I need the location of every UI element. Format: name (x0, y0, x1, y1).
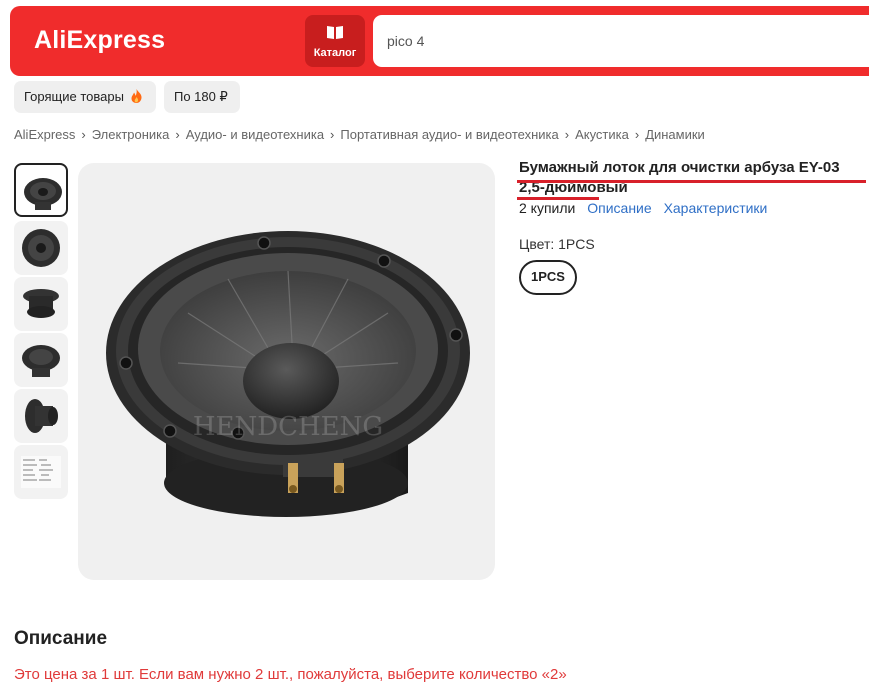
breadcrumb-item[interactable]: Аудио- и видеотехника (186, 127, 324, 142)
catalog-button[interactable]: Каталог (305, 15, 365, 67)
catalog-label: Каталог (313, 47, 357, 59)
hot-deals-chip[interactable]: Горящие товары (14, 81, 156, 113)
product-meta: 2 купили Описание Характеристики (519, 200, 775, 216)
chevron-right-icon: › (81, 127, 86, 142)
thumbnail-4[interactable] (14, 333, 68, 387)
title-underline-annotation (517, 180, 866, 183)
specifications-link[interactable]: Характеристики (664, 200, 768, 216)
thumbnail-5[interactable] (14, 389, 68, 443)
description-link[interactable]: Описание (587, 200, 651, 216)
aliexpress-logo[interactable]: AliExpress (34, 26, 165, 55)
description-heading: Описание (14, 628, 108, 649)
hot-deals-label: Горящие товары (24, 89, 124, 104)
speaker-thumbnail-icon (22, 229, 60, 267)
chevron-right-icon: › (634, 127, 640, 142)
search-input[interactable] (387, 29, 857, 53)
spec-sheet-thumbnail-icon (21, 456, 61, 488)
thumbnail-1[interactable] (14, 163, 68, 217)
chevron-right-icon: › (564, 127, 570, 142)
speaker-thumbnail-icon (22, 345, 60, 377)
speaker-image: HENDCHENG (106, 231, 470, 517)
chevron-right-icon: › (175, 127, 180, 142)
breadcrumb: AliExpress › Электроника › Аудио- и видеотех… (14, 127, 705, 142)
thumbnail-6[interactable] (14, 445, 68, 499)
bought-count: 2 купили (519, 200, 576, 216)
search-box[interactable] (373, 15, 869, 67)
speaker-thumbnail-icon (24, 178, 62, 210)
color-label: Цвет: 1PCS (519, 236, 595, 252)
breadcrumb-item[interactable]: Акустика (575, 127, 629, 142)
thumbnail-2[interactable] (14, 221, 68, 275)
chevron-right-icon: › (330, 127, 335, 142)
product-main-image[interactable]: HENDCHENG (78, 163, 495, 580)
variant-option-1pcs[interactable]: 1PCS (519, 260, 577, 295)
breadcrumb-item[interactable]: AliExpress (14, 127, 75, 142)
description-text: Это цена за 1 шт. Если вам нужно 2 шт., … (14, 666, 567, 683)
breadcrumb-item[interactable]: Портативная аудио- и видеотехника (340, 127, 558, 142)
price-filter-chip[interactable]: По 180 ₽ (164, 81, 240, 113)
thumbnail-3[interactable] (14, 277, 68, 331)
speaker-thumbnail-icon (25, 399, 58, 433)
book-icon (327, 26, 343, 39)
breadcrumb-item[interactable]: Электроника (92, 127, 170, 142)
image-watermark: HENDCHENG (193, 412, 383, 442)
product-title: Бумажный лоток для очистки арбуза EY-03 … (519, 159, 840, 196)
breadcrumb-item[interactable]: Динамики (645, 127, 705, 142)
speaker-thumbnail-icon (23, 289, 59, 318)
header-bar: AliExpress Каталог (10, 6, 869, 76)
fire-icon (131, 89, 142, 103)
